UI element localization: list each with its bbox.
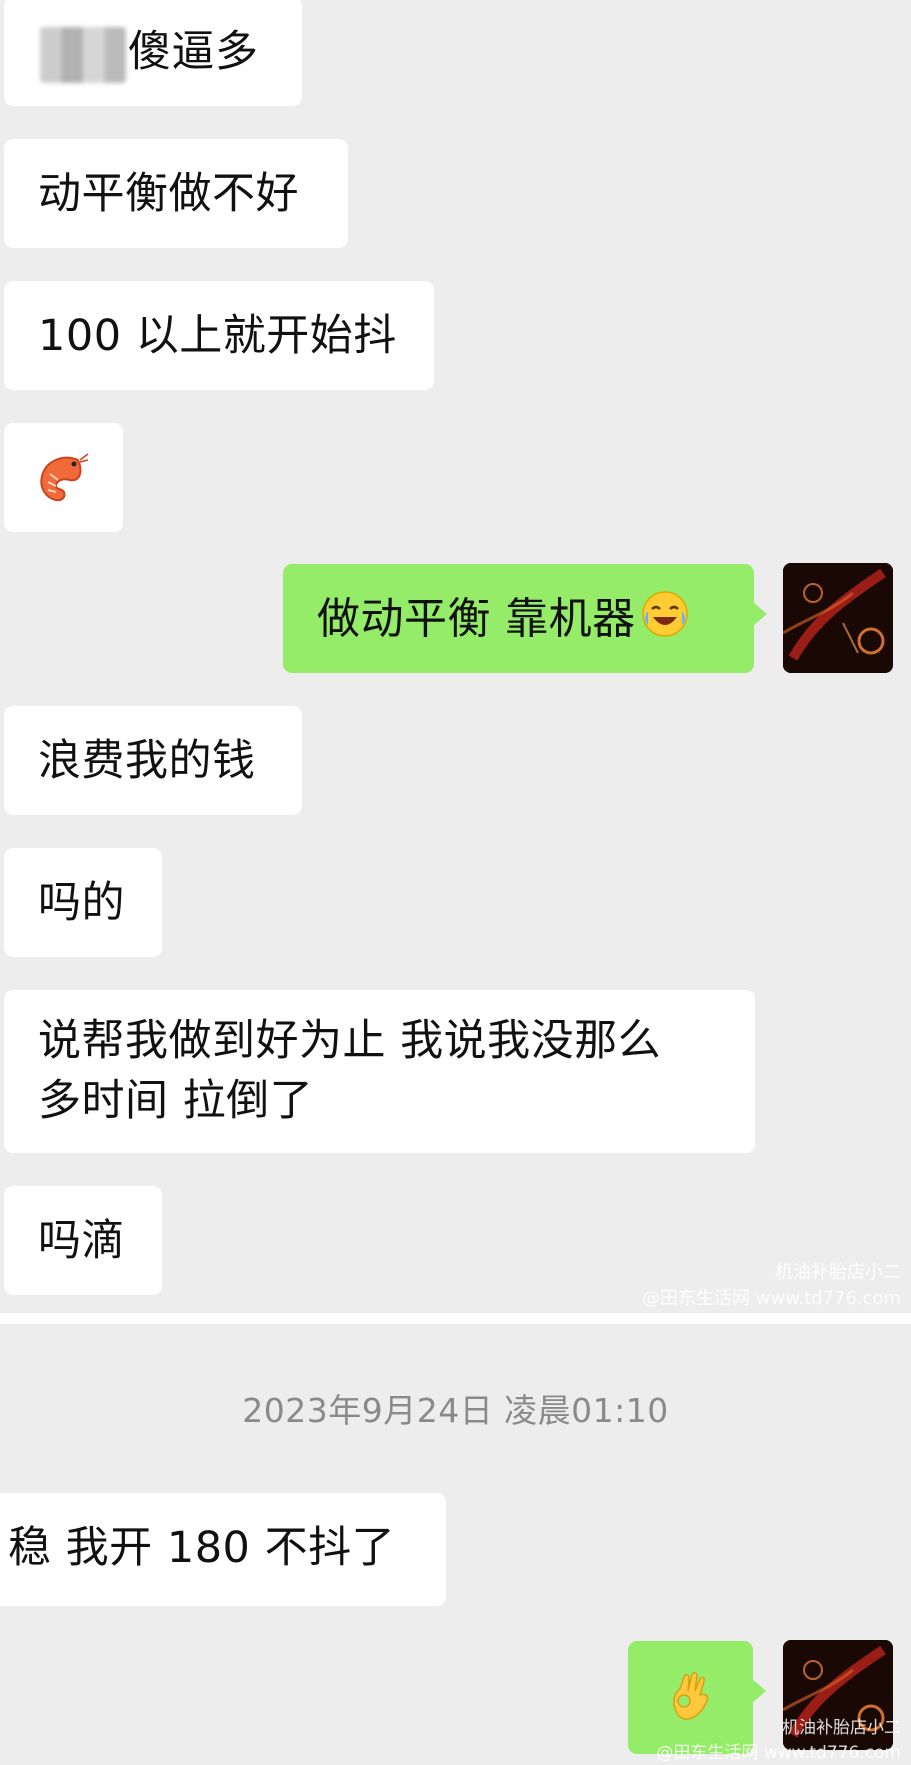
message-text: 傻逼多 <box>128 27 259 77</box>
shrimp-icon <box>34 450 93 506</box>
watermark: 机油补胎店小二 @田东生活网 www.td776.com <box>642 1258 901 1310</box>
message-text: 动平衡做不好 <box>38 169 299 219</box>
message-text: 100 以上就开始抖 <box>38 311 397 361</box>
message-bubble-incoming[interactable]: 稳 我开 180 不抖了 <box>0 1493 446 1606</box>
watermark: 机油补胎店小二 @田东生活网 www.td776.com <box>656 1713 901 1763</box>
user-avatar[interactable] <box>783 563 893 673</box>
watermark-line: @田东生活网 www.td776.com <box>656 1743 901 1763</box>
message-bubble-incoming[interactable]: 浪费我的钱 <box>4 706 302 815</box>
watermark-line: 机油补胎店小二 <box>782 1718 901 1738</box>
watermark-line: 机油补胎店小二 <box>775 1262 901 1283</box>
message-bubble-incoming[interactable]: 吗滴 <box>4 1186 162 1295</box>
message-text: 做动平衡 靠机器 <box>317 594 636 645</box>
chat-panel-top[interactable]: 傻逼多 动平衡做不好 100 以上就开始抖 做动平衡 靠机器 浪费我的钱 吗的 … <box>0 0 911 1313</box>
message-text: 浪费我的钱 <box>38 736 256 786</box>
screenshot-separator <box>0 1313 911 1324</box>
message-bubble-incoming[interactable]: 100 以上就开始抖 <box>4 281 434 390</box>
message-timestamp: 2023年9月24日 凌晨01:10 <box>242 1391 669 1430</box>
message-text-line: 多时间 拉倒了 <box>38 1076 314 1126</box>
watermark-line: @田东生活网 www.td776.com <box>642 1288 901 1309</box>
message-text: 吗的 <box>38 878 125 928</box>
message-bubble-outgoing[interactable]: 做动平衡 靠机器 <box>283 564 767 673</box>
message-text-line: 说帮我做到好为止 我说我没那么 <box>38 1016 662 1066</box>
message-bubble-incoming[interactable]: 说帮我做到好为止 我说我没那么 多时间 拉倒了 <box>4 990 755 1153</box>
message-bubble-incoming[interactable]: 动平衡做不好 <box>4 139 348 248</box>
chat-panel-bottom[interactable]: 2023年9月24日 凌晨01:10 稳 我开 180 不抖了 机油补胎店小二 … <box>0 1324 911 1765</box>
message-text: 吗滴 <box>38 1216 125 1266</box>
message-text: 稳 我开 180 不抖了 <box>8 1523 396 1573</box>
message-bubble-incoming[interactable]: 傻逼多 <box>4 0 302 106</box>
laughing-crying-emoji <box>640 589 690 655</box>
message-bubble-incoming[interactable]: 吗的 <box>4 848 162 957</box>
obscured-text <box>40 26 126 83</box>
message-bubble-incoming[interactable] <box>4 423 123 532</box>
